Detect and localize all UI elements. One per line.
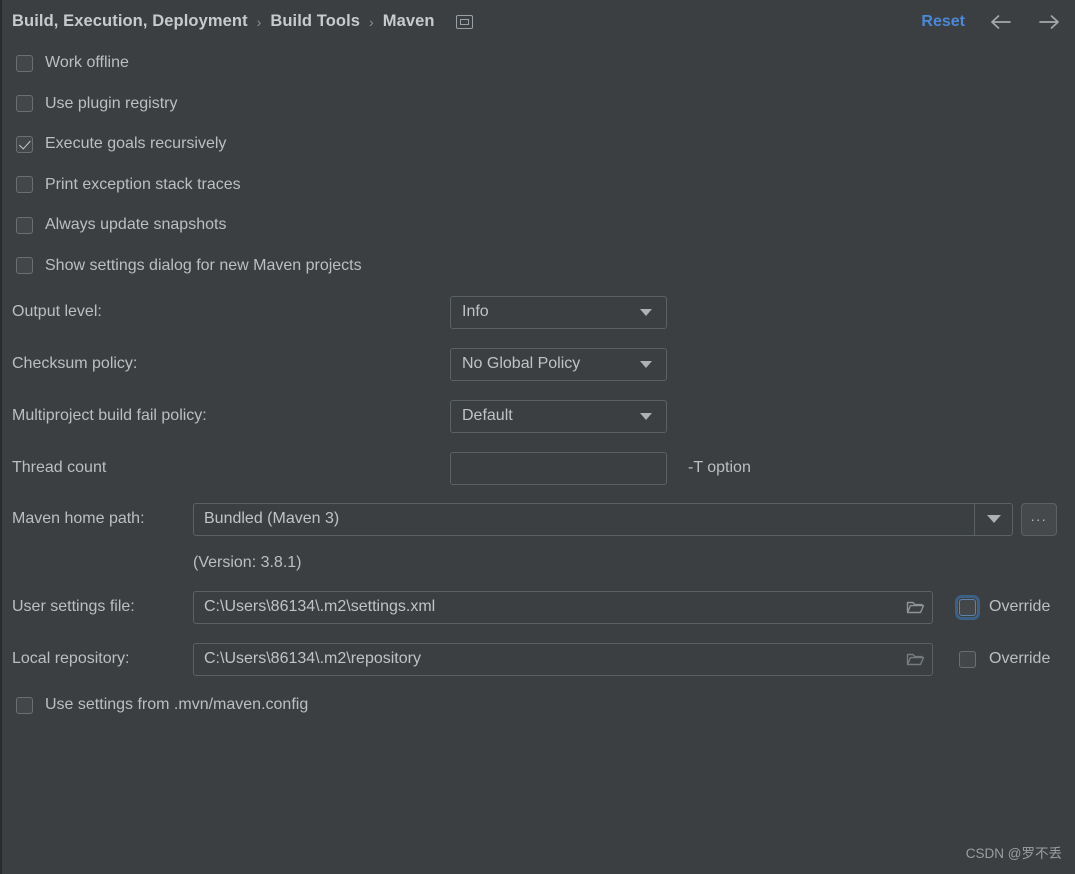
user-settings-file-input[interactable]: C:\Users\86134\.m2\settings.xml xyxy=(193,590,933,624)
maven-settings-panel: Build, Execution, Deployment › Build Too… xyxy=(0,0,1075,874)
checkbox-row-always-update-snapshots[interactable]: Always update snapshots xyxy=(2,205,1075,246)
override-local-repository-wrap[interactable]: Override xyxy=(959,650,1050,668)
chevron-down-icon xyxy=(640,308,652,316)
header-actions: Reset xyxy=(921,0,1061,43)
select-checksum-policy-value: No Global Policy xyxy=(462,355,581,372)
breadcrumb: Build, Execution, Deployment › Build Too… xyxy=(12,12,473,31)
select-multiproject-build-fail-policy[interactable]: Default xyxy=(450,399,667,433)
checkbox-row-use-plugin-registry[interactable]: Use plugin registry xyxy=(2,84,1075,125)
checkbox-use-settings-from-mvn-maven-config[interactable] xyxy=(16,696,33,714)
checkbox-show-settings-dialog-for-new-maven-projects[interactable] xyxy=(16,257,33,275)
row-checksum-policy: Checksum policy: No Global Policy xyxy=(2,338,1075,390)
checkbox-row-use-settings-from-mvn-config[interactable]: Use settings from .mvn/maven.config xyxy=(2,685,1075,726)
checkbox-label: Always update snapshots xyxy=(45,216,227,234)
select-output-level-value: Info xyxy=(462,303,489,320)
label-checksum-policy: Checksum policy: xyxy=(12,355,138,372)
local-repository-input[interactable]: C:\Users\86134\.m2\repository xyxy=(193,642,933,676)
checkbox-execute-goals-recursively[interactable] xyxy=(16,135,33,153)
row-maven-home-path: Maven home path: Bundled (Maven 3) ... xyxy=(2,494,1075,544)
checkbox-override-user-settings-file[interactable] xyxy=(955,594,980,620)
breadcrumb-item-maven[interactable]: Maven xyxy=(383,12,435,31)
folder-icon[interactable] xyxy=(898,644,932,675)
label-user-settings-file: User settings file: xyxy=(12,598,135,615)
row-multiproject-build-fail-policy: Multiproject build fail policy: Default xyxy=(2,390,1075,442)
checkbox-row-show-settings-dialog[interactable]: Show settings dialog for new Maven proje… xyxy=(2,246,1075,287)
user-settings-file-value: C:\Users\86134\.m2\settings.xml xyxy=(204,598,436,615)
window-icon[interactable] xyxy=(455,14,473,29)
checkbox-override-local-repository[interactable] xyxy=(959,650,976,668)
maven-home-path-value: Bundled (Maven 3) xyxy=(204,510,340,527)
arrow-right-icon[interactable] xyxy=(1037,10,1061,34)
override-user-settings-wrap[interactable]: Override xyxy=(955,594,1051,620)
folder-icon[interactable] xyxy=(898,592,932,623)
checkbox-row-execute-goals-recursively[interactable]: Execute goals recursively xyxy=(2,124,1075,165)
watermark: CSDN @罗不丢 xyxy=(965,846,1062,861)
select-checksum-policy[interactable]: No Global Policy xyxy=(450,347,667,381)
settings-header: Build, Execution, Deployment › Build Too… xyxy=(2,0,1075,43)
local-repository-value: C:\Users\86134\.m2\repository xyxy=(204,650,421,667)
label-multiproject-build-fail-policy: Multiproject build fail policy: xyxy=(12,407,207,424)
row-local-repository: Local repository: C:\Users\86134\.m2\rep… xyxy=(2,633,1075,685)
arrow-left-icon[interactable] xyxy=(989,10,1013,34)
thread-count-note: -T option xyxy=(688,459,751,476)
override-label: Override xyxy=(989,598,1051,615)
browse-maven-home-button[interactable]: ... xyxy=(1021,502,1057,536)
chevron-down-icon xyxy=(640,360,652,368)
checkbox-label: Print exception stack traces xyxy=(45,175,241,193)
checkbox-label: Show settings dialog for new Maven proje… xyxy=(45,256,362,274)
override-label: Override xyxy=(989,650,1051,667)
chevron-down-icon[interactable] xyxy=(974,503,1012,535)
breadcrumb-separator: › xyxy=(369,13,374,30)
label-thread-count: Thread count xyxy=(12,459,107,476)
row-output-level: Output level: Info xyxy=(2,286,1075,338)
checkbox-label: Work offline xyxy=(45,54,129,72)
checkbox-row-print-exception-stack-traces[interactable]: Print exception stack traces xyxy=(2,165,1075,206)
breadcrumb-item-build-execution-deployment[interactable]: Build, Execution, Deployment xyxy=(12,12,248,31)
checkbox-label: Use settings from .mvn/maven.config xyxy=(45,696,309,714)
label-output-level: Output level: xyxy=(12,303,102,320)
checkbox-always-update-snapshots[interactable] xyxy=(16,216,33,234)
checkbox-row-work-offline[interactable]: Work offline xyxy=(2,43,1075,84)
thread-count-input[interactable] xyxy=(450,451,667,485)
breadcrumb-item-build-tools[interactable]: Build Tools xyxy=(270,12,360,31)
settings-content: Work offline Use plugin registry Execute… xyxy=(2,43,1075,726)
checkbox-use-plugin-registry[interactable] xyxy=(16,95,33,113)
label-local-repository: Local repository: xyxy=(12,650,130,667)
checkbox-label: Execute goals recursively xyxy=(45,135,227,153)
maven-version-note: (Version: 3.8.1) xyxy=(193,553,302,571)
row-thread-count: Thread count -T option xyxy=(2,442,1075,494)
chevron-down-icon xyxy=(640,412,652,420)
select-maven-home-path[interactable]: Bundled (Maven 3) xyxy=(193,502,1013,536)
checkbox-work-offline[interactable] xyxy=(16,54,33,72)
select-multiproject-build-fail-policy-value: Default xyxy=(462,407,513,424)
select-output-level[interactable]: Info xyxy=(450,295,667,329)
breadcrumb-separator: › xyxy=(256,13,262,30)
label-maven-home-path: Maven home path: xyxy=(12,510,145,527)
row-user-settings-file: User settings file: C:\Users\86134\.m2\s… xyxy=(2,581,1075,633)
checkbox-print-exception-stack-traces[interactable] xyxy=(16,176,33,194)
checkbox-label: Use plugin registry xyxy=(45,94,178,112)
reset-button[interactable]: Reset xyxy=(921,13,965,31)
